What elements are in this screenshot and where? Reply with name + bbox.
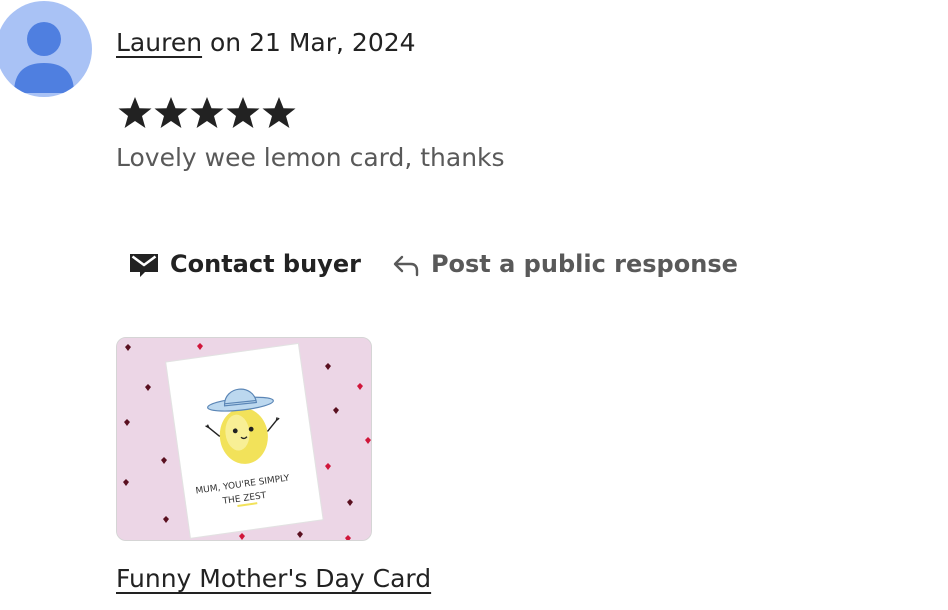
review-header: Lauren on 21 Mar, 2024 [116,27,416,59]
review-date: on 21 Mar, 2024 [202,28,416,57]
envelope-icon [128,250,160,278]
reviewer-avatar [0,1,92,97]
contact-buyer-label: Contact buyer [170,250,361,278]
post-public-response-button[interactable]: Post a public response [391,250,738,278]
user-silhouette-icon [14,22,74,93]
reply-arrow-icon [391,251,421,277]
contact-buyer-button[interactable]: Contact buyer [128,250,361,278]
product-image: MUM, YOU'RE SIMPLY THE ZEST [117,338,371,540]
review-actions: Contact buyer Post a public response [128,246,738,282]
post-public-response-label: Post a public response [430,250,738,278]
star-icon [154,97,188,128]
star-rating [117,95,297,131]
reviewer-name-link[interactable]: Lauren [116,28,202,57]
star-icon [262,97,296,128]
star-icon [118,97,152,128]
star-icon [190,97,224,128]
product-name-link[interactable]: Funny Mother's Day Card [116,562,431,596]
product-thumbnail[interactable]: MUM, YOU'RE SIMPLY THE ZEST [116,337,372,541]
review-text: Lovely wee lemon card, thanks [116,143,505,172]
star-icon [226,97,260,128]
